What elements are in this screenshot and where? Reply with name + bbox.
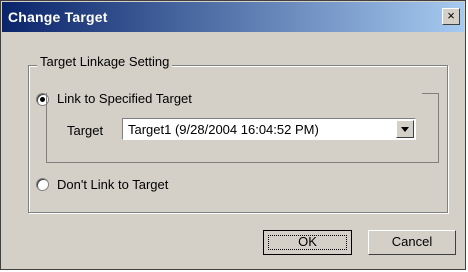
- group-legend: Target Linkage Setting: [37, 54, 173, 69]
- cancel-button[interactable]: Cancel: [368, 230, 456, 255]
- target-label: Target: [67, 123, 104, 138]
- dont-link-radio[interactable]: [36, 178, 49, 191]
- target-select-value: Target1 (9/28/2004 16:04:52 PM): [128, 122, 319, 137]
- focus-rectangle: [268, 235, 347, 250]
- close-icon: ×: [447, 8, 455, 23]
- window-title: Change Target: [8, 9, 108, 25]
- close-button[interactable]: ×: [442, 8, 460, 25]
- change-target-dialog: Change Target × Target Linkage Setting L…: [0, 0, 466, 270]
- title-bar: Change Target ×: [2, 2, 464, 32]
- ok-button[interactable]: OK: [263, 230, 352, 255]
- chevron-down-icon: [401, 127, 409, 132]
- dropdown-button[interactable]: [396, 120, 414, 138]
- cancel-button-label: Cancel: [391, 234, 433, 249]
- dont-link-label[interactable]: Don't Link to Target: [57, 177, 168, 192]
- subgroup-frame-top: [422, 93, 439, 94]
- radio-selected-dot: [40, 97, 45, 102]
- target-select[interactable]: Target1 (9/28/2004 16:04:52 PM): [122, 118, 416, 140]
